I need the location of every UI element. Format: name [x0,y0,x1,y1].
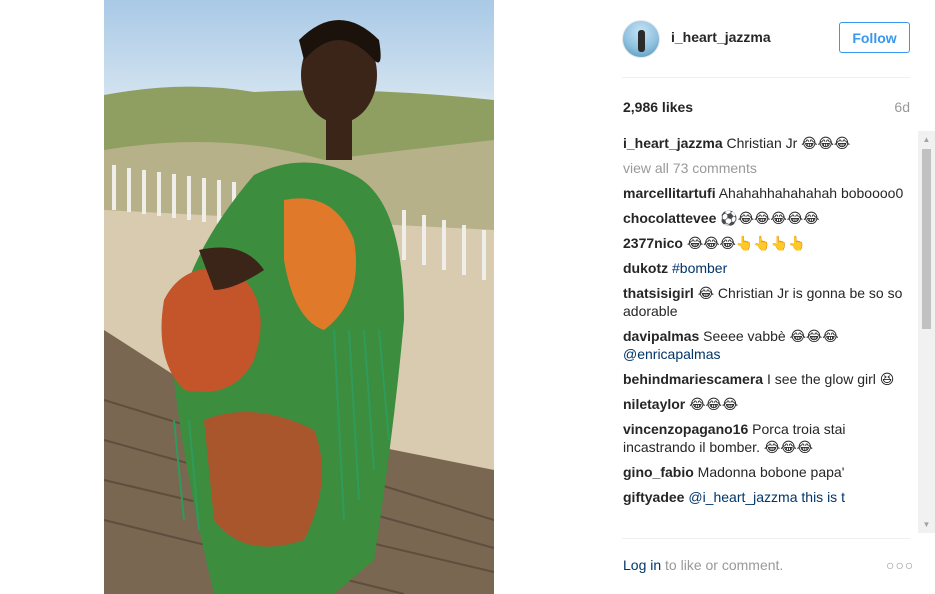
comment-user[interactable]: marcellitartufi [623,185,716,201]
post-photo[interactable] [104,0,494,594]
login-link[interactable]: Log in [623,557,661,573]
comment-row: davipalmas Seeee vabbè 😂😂😂 @enricapalmas [623,327,913,363]
footer-divider [622,538,910,539]
comment-row: behindmariescamera I see the glow girl 😆 [623,370,913,388]
avatar-figure [638,30,645,52]
caption-user[interactable]: i_heart_jazzma [623,135,723,151]
comment-user[interactable]: 2377nico [623,235,683,251]
view-all-comments[interactable]: view all 73 comments [623,159,913,177]
comment-user[interactable]: behindmariescamera [623,371,763,387]
comment-text: Seeee vabbè 😂😂😂 [703,328,839,344]
more-options-icon[interactable]: ○○○ [886,557,914,573]
comment-row: 2377nico 😂😂😂👆👆👆👆 [623,234,913,252]
comment-text: 😂😂😂👆👆👆👆 [686,235,806,251]
comment-text: ⚽😂😂😂😂😂 [720,210,820,226]
login-prompt: Log in to like or comment. [623,557,783,573]
caption-text: Christian Jr 😂😂😂 [726,135,851,151]
scroll-thumb[interactable] [922,149,931,329]
comment-row: niletaylor 😂😂😂 [623,395,913,413]
post-sidebar: i_heart_jazzma Follow 2,986 likes 6d i_h… [604,0,935,594]
comment-text: I see the glow girl 😆 [766,371,895,387]
photo-illustration [104,20,494,594]
scroll-down-arrow[interactable]: ▼ [918,516,935,533]
comment-link[interactable]: #bomber [672,260,727,276]
login-text: to like or comment. [661,557,784,573]
comment-row: chocolattevee ⚽😂😂😂😂😂 [623,209,913,227]
comments-list: i_heart_jazzma Christian Jr 😂😂😂 view all… [623,134,913,534]
comment-row: gino_fabio Madonna bobone papa' [623,463,913,481]
comment-user[interactable]: giftyadee [623,489,684,505]
comment-user[interactable]: dukotz [623,260,668,276]
comment-text: Ahahahhahahahah boboooo0 [718,185,904,201]
comment-text: Madonna bobone papa' [697,464,845,480]
comments-scrollbar[interactable]: ▲ ▼ [918,131,935,533]
comment-user[interactable]: niletaylor [623,396,685,412]
post-age[interactable]: 6d [894,99,910,115]
comment-row: vincenzopagano16 Porca troia stai incast… [623,420,913,456]
comment-row: thatsisigirl 😂 Christian Jr is gonna be … [623,284,913,320]
comment-link[interactable]: @enricapalmas [623,346,720,362]
comment-row: marcellitartufi Ahahahhahahahah boboooo0 [623,184,913,202]
follow-button[interactable]: Follow [839,22,910,53]
comment-row: dukotz #bomber [623,259,913,277]
comment-user[interactable]: thatsisigirl [623,285,694,301]
scroll-up-arrow[interactable]: ▲ [918,131,935,148]
comment-user[interactable]: davipalmas [623,328,699,344]
comment-link[interactable]: @i_heart_jazzma this is t [688,489,845,505]
post-header: i_heart_jazzma Follow [622,16,910,60]
comment-user[interactable]: vincenzopagano16 [623,421,748,437]
avatar[interactable] [622,20,660,58]
likes-count[interactable]: 2,986 likes [623,99,693,115]
header-divider [622,77,910,78]
comment-user[interactable]: gino_fabio [623,464,694,480]
username-link[interactable]: i_heart_jazzma [671,29,771,45]
comment-row: giftyadee @i_heart_jazzma this is t [623,488,913,506]
caption: i_heart_jazzma Christian Jr 😂😂😂 [623,134,913,152]
comment-user[interactable]: chocolattevee [623,210,716,226]
comment-text: 😂😂😂 [689,396,739,412]
